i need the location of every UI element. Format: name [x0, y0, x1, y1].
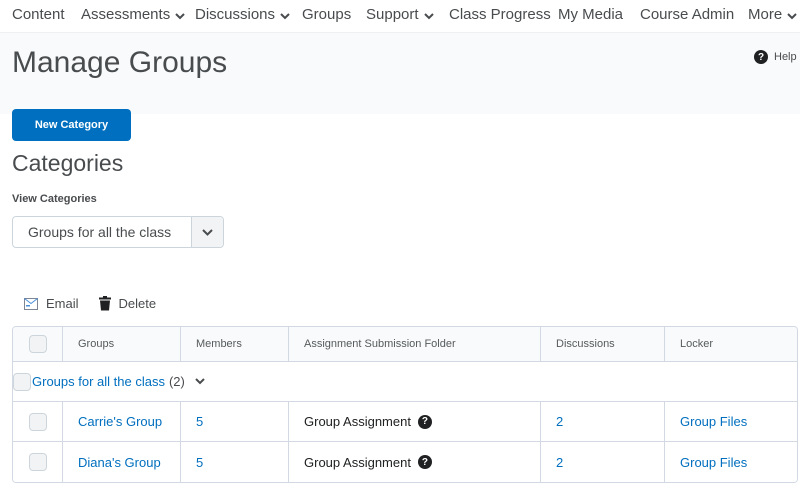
email-icon — [24, 297, 38, 310]
col-header-members[interactable]: Members — [181, 327, 289, 361]
nav-my-media[interactable]: My Media — [558, 6, 623, 23]
nav-discussions[interactable]: Discussions — [195, 6, 290, 24]
nav-class-progress[interactable]: Class Progress — [449, 6, 551, 23]
category-checkbox[interactable] — [13, 373, 31, 391]
nav-more[interactable]: More — [748, 6, 797, 24]
col-header-discussions[interactable]: Discussions — [541, 327, 665, 361]
table-header: Groups Members Assignment Submission Fol… — [13, 327, 797, 362]
chevron-down-icon — [423, 7, 434, 24]
locker-link[interactable]: Group Files — [680, 455, 747, 470]
delete-button[interactable]: Delete — [98, 296, 156, 311]
nav-support[interactable]: Support — [366, 6, 434, 24]
chevron-down-icon — [175, 7, 185, 24]
group-link[interactable]: Carrie's Group — [78, 414, 162, 429]
nav-groups[interactable]: Groups — [302, 6, 351, 23]
category-row: Groups for all the class (2) — [13, 362, 797, 402]
group-link[interactable]: Diana's Group — [78, 455, 161, 470]
locker-link[interactable]: Group Files — [680, 414, 747, 429]
view-categories-select[interactable]: Groups for all the class — [12, 216, 224, 248]
chevron-down-icon — [787, 7, 797, 24]
action-bar: Email Delete — [24, 296, 176, 311]
members-link[interactable]: 5 — [196, 414, 203, 429]
chevron-down-icon — [280, 7, 290, 24]
members-link[interactable]: 5 — [196, 455, 203, 470]
top-nav: Content Assessments Discussions Groups S… — [0, 0, 800, 32]
page-title: Manage Groups — [12, 46, 228, 79]
new-category-button[interactable]: New Category — [12, 109, 131, 141]
table-row: Carrie's Group 5 Group Assignment? 2 Gro… — [13, 402, 797, 442]
folder-name: Group Assignment — [304, 414, 411, 429]
col-header-groups[interactable]: Groups — [63, 327, 181, 361]
chevron-down-icon[interactable] — [191, 217, 223, 247]
categories-title: Categories — [12, 150, 124, 176]
folder-name: Group Assignment — [304, 454, 411, 470]
table-row: Diana's Group 5 Group Assignment? 2 Grou… — [13, 442, 797, 482]
select-value: Groups for all the class — [28, 224, 172, 240]
discussions-link[interactable]: 2 — [556, 455, 563, 470]
trash-icon — [98, 296, 111, 311]
row-checkbox[interactable] — [28, 412, 47, 431]
nav-content[interactable]: Content — [12, 6, 65, 23]
chevron-down-icon — [195, 378, 205, 385]
category-toggle[interactable]: Groups for all the class (2) — [32, 374, 205, 389]
discussions-link[interactable]: 2 — [556, 414, 563, 429]
view-categories-label: View Categories — [12, 193, 97, 205]
email-button[interactable]: Email — [24, 296, 79, 311]
help-icon[interactable]: ? — [417, 414, 432, 429]
row-checkbox[interactable] — [28, 453, 47, 471]
col-header-assignment-folder[interactable]: Assignment Submission Folder — [289, 327, 541, 361]
groups-table: Groups Members Assignment Submission Fol… — [12, 326, 798, 483]
help-icon[interactable]: ? — [417, 455, 432, 469]
help-link[interactable]: ? Help — [754, 50, 797, 64]
nav-course-admin[interactable]: Course Admin — [640, 6, 734, 23]
col-header-locker[interactable]: Locker — [665, 327, 797, 361]
help-icon: ? — [754, 50, 768, 64]
nav-assessments[interactable]: Assessments — [81, 6, 185, 24]
select-all-checkbox[interactable] — [28, 335, 47, 353]
